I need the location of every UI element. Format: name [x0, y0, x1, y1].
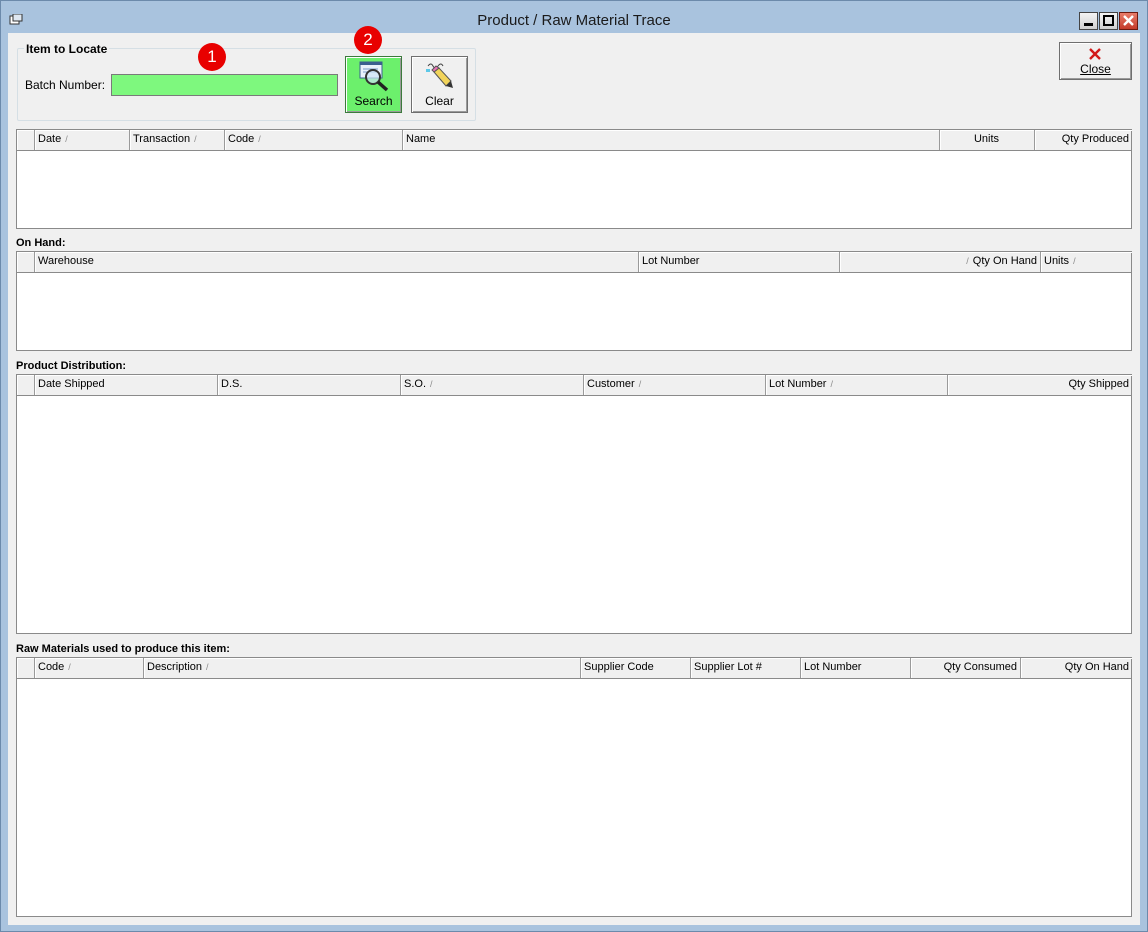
col-code[interactable]: Code / [225, 130, 403, 150]
col-warehouse[interactable]: Warehouse [35, 252, 639, 272]
search-label: Search [354, 94, 393, 108]
raw-materials-grid[interactable]: Code / Description / Supplier Code Supplie… [16, 657, 1132, 917]
trace-window: Product / Raw Material Trace Item to Loc… [0, 0, 1148, 932]
window-close-button[interactable] [1119, 12, 1138, 30]
magnifier-icon [359, 61, 389, 92]
row-selector-header [17, 252, 35, 272]
maximize-button[interactable] [1099, 12, 1118, 30]
clear-button[interactable]: Clear [411, 56, 468, 113]
col-qty-shipped[interactable]: Qty Shipped [948, 375, 1132, 395]
search-button[interactable]: Search [345, 56, 402, 113]
col-lot-number[interactable]: Lot Number [801, 658, 911, 678]
col-code[interactable]: Code / [35, 658, 144, 678]
col-supplier-lot[interactable]: Supplier Lot # [691, 658, 801, 678]
row-selector-header [17, 130, 35, 150]
on-hand-grid-header: Warehouse Lot Number / Qty On Hand Units / [17, 252, 1131, 273]
clear-label: Clear [425, 94, 454, 108]
col-lot-number[interactable]: Lot Number [639, 252, 840, 272]
col-units[interactable]: Units / [1041, 252, 1132, 272]
trace-grid-header: Date / Transaction / Code / Name Units Qty … [17, 130, 1131, 151]
close-x-icon [1089, 48, 1101, 60]
close-label: Close [1080, 62, 1111, 76]
col-name[interactable]: Name [403, 130, 940, 150]
group-title: Item to Locate [24, 42, 110, 56]
trace-grid[interactable]: Date / Transaction / Code / Name Units Qty … [16, 129, 1132, 229]
distribution-grid[interactable]: Date Shipped D.S. S.O. / Customer / Lot Nu… [16, 374, 1132, 634]
client-area: Item to Locate Batch Number: Search Clea… [8, 26, 1140, 925]
on-hand-grid[interactable]: Warehouse Lot Number / Qty On Hand Units / [16, 251, 1132, 351]
col-qty-on-hand[interactable]: Qty On Hand [1021, 658, 1132, 678]
col-qty-produced[interactable]: Qty Produced [1035, 130, 1132, 150]
col-units[interactable]: Units [940, 130, 1035, 150]
close-button[interactable]: Close [1059, 42, 1132, 80]
distribution-grid-header: Date Shipped D.S. S.O. / Customer / Lot Nu… [17, 375, 1131, 396]
batch-number-input[interactable] [111, 74, 338, 96]
minimize-button[interactable] [1079, 12, 1098, 30]
col-ds[interactable]: D.S. [218, 375, 401, 395]
col-qty-on-hand[interactable]: / Qty On Hand [840, 252, 1041, 272]
close-icon [1123, 15, 1134, 26]
col-transaction[interactable]: Transaction / [130, 130, 225, 150]
step-marker-1: 1 [198, 43, 226, 71]
col-customer[interactable]: Customer / [584, 375, 766, 395]
minimize-icon [1084, 23, 1093, 26]
maximize-icon [1103, 15, 1114, 26]
col-date[interactable]: Date / [35, 130, 130, 150]
col-supplier-code[interactable]: Supplier Code [581, 658, 691, 678]
col-qty-consumed[interactable]: Qty Consumed [911, 658, 1021, 678]
distribution-title: Product Distribution: [16, 360, 126, 372]
raw-materials-title: Raw Materials used to produce this item: [16, 643, 230, 655]
row-selector-header [17, 658, 35, 678]
on-hand-title: On Hand: [16, 237, 66, 249]
eraser-pencil-icon [426, 63, 453, 88]
title-bar[interactable]: Product / Raw Material Trace [1, 1, 1147, 33]
raw-materials-grid-header: Code / Description / Supplier Code Supplie… [17, 658, 1131, 679]
row-selector-header [17, 375, 35, 395]
step-marker-2: 2 [354, 26, 382, 54]
col-so[interactable]: S.O. / [401, 375, 584, 395]
col-lot-number[interactable]: Lot Number / [766, 375, 948, 395]
window-title: Product / Raw Material Trace [477, 12, 671, 29]
col-date-shipped[interactable]: Date Shipped [35, 375, 218, 395]
batch-number-label: Batch Number: [25, 78, 106, 92]
col-description[interactable]: Description / [144, 658, 581, 678]
